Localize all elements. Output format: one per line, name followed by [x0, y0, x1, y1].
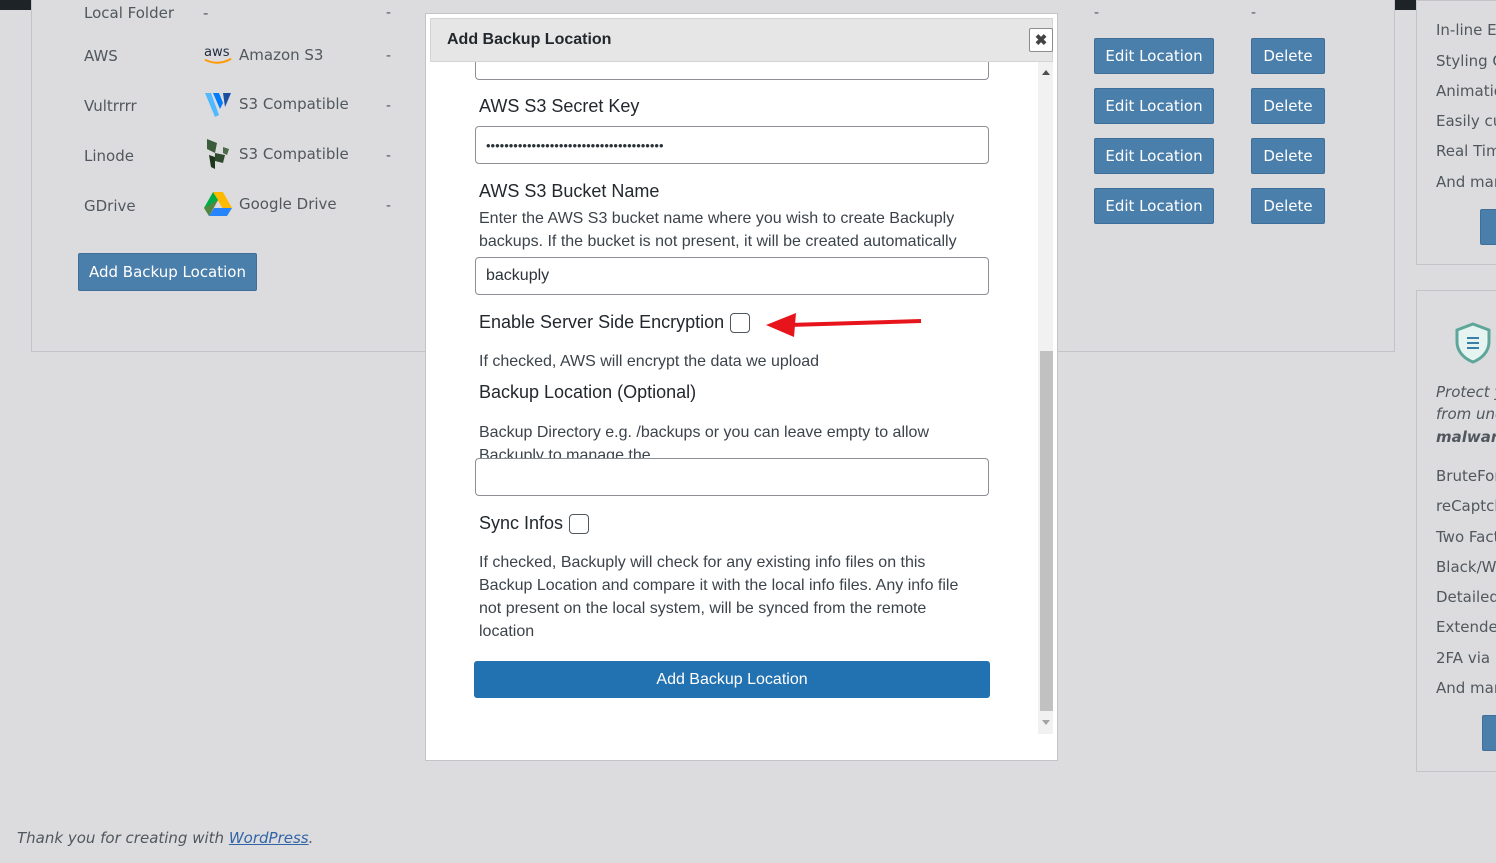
location-dash-linode: -: [386, 147, 391, 164]
location-name-linode: Linode: [84, 147, 134, 165]
sidebar-feature-4: Easily cu: [1436, 112, 1496, 130]
close-icon[interactable]: ✖: [1029, 28, 1053, 52]
location-dash-aws: -: [386, 47, 391, 64]
dialog-title: Add Backup Location: [447, 31, 611, 49]
sidebar-cta-button-1[interactable]: [1480, 209, 1496, 245]
location-type-gdrive: Google Drive: [203, 189, 337, 219]
top-dash-2: -: [1251, 4, 1256, 21]
red-annotation-arrow-icon: [764, 310, 924, 345]
svg-text:aws: aws: [204, 45, 230, 60]
edit-location-button-aws[interactable]: Edit Location: [1094, 38, 1214, 74]
admin-footer: Thank you for creating with WordPress.: [17, 829, 313, 847]
aws-logo-icon: aws: [203, 40, 233, 70]
encryption-help: If checked, AWS will encrypt the data we…: [479, 350, 979, 373]
dialog-body[interactable]: AWS S3 Secret Key ••••••••••••••••••••••…: [430, 62, 1053, 734]
secret-key-input[interactable]: •••••••••••••••••••••••••••••••••••••••: [475, 126, 989, 164]
shield-icon: [1453, 322, 1493, 369]
secret-key-label: AWS S3 Secret Key: [479, 96, 639, 117]
bucket-name-help: Enter the AWS S3 bucket name where you w…: [479, 207, 975, 253]
sidebar-security-6: Extende: [1436, 618, 1496, 636]
sidebar-security-2: reCaptch: [1436, 497, 1496, 515]
delete-button-linode[interactable]: Delete: [1251, 138, 1325, 174]
location-name-aws: AWS: [84, 47, 118, 65]
sidebar-feature-3: Animatio: [1436, 82, 1496, 100]
location-dash-local: -: [386, 4, 391, 21]
location-name-vultr: Vultrrrr: [84, 97, 137, 115]
delete-button-aws[interactable]: Delete: [1251, 38, 1325, 74]
location-name-local: Local Folder: [84, 4, 174, 22]
dialog-header: Add Backup Location ✖: [430, 18, 1053, 62]
sidebar-feature-5: Real Tim: [1436, 142, 1496, 160]
location-type-vultr: S3 Compatible: [203, 89, 349, 119]
location-type-linode: S3 Compatible: [203, 139, 349, 169]
sidebar-security-7: 2FA via E: [1436, 649, 1496, 667]
location-type-local: -: [203, 4, 208, 22]
sidebar-security-3: Two Fact: [1436, 528, 1496, 546]
bucket-name-label: AWS S3 Bucket Name: [479, 181, 659, 202]
sync-infos-checkbox[interactable]: [569, 514, 589, 534]
sidebar-promo-line-2: from und: [1436, 405, 1496, 423]
location-dash-gdrive: -: [386, 197, 391, 214]
delete-button-gdrive[interactable]: Delete: [1251, 188, 1325, 224]
delete-button-vultr[interactable]: Delete: [1251, 88, 1325, 124]
vultr-logo-icon: [203, 89, 233, 119]
sync-infos-field: Sync Infos: [479, 513, 589, 534]
sync-infos-help: If checked, Backuply will check for any …: [479, 551, 974, 643]
sync-infos-label: Sync Infos: [479, 513, 563, 534]
scroll-thumb[interactable]: [1040, 351, 1053, 711]
location-type-aws: aws Amazon S3: [203, 40, 323, 70]
encryption-label: Enable Server Side Encryption: [479, 312, 724, 333]
sidebar-feature-6: And mar: [1436, 173, 1496, 191]
scroll-up-arrow-icon[interactable]: [1042, 70, 1050, 75]
sidebar-security-4: Black/W: [1436, 558, 1496, 576]
sidebar-security-1: BruteFor: [1436, 467, 1496, 485]
encryption-checkbox[interactable]: [730, 313, 750, 333]
bucket-name-input[interactable]: backuply: [475, 257, 989, 295]
backup-location-label: Backup Location (Optional): [479, 382, 696, 403]
edit-location-button-linode[interactable]: Edit Location: [1094, 138, 1214, 174]
sidebar-promo-line-1: Protect y: [1436, 383, 1496, 401]
wordpress-link[interactable]: WordPress: [229, 829, 309, 847]
edit-location-button-gdrive[interactable]: Edit Location: [1094, 188, 1214, 224]
location-dash-vultr: -: [386, 97, 391, 114]
add-backup-location-button[interactable]: Add Backup Location: [78, 253, 257, 291]
sidebar-feature-2: Styling O: [1436, 52, 1496, 70]
backup-location-input[interactable]: [475, 458, 989, 496]
dialog-scrollbar[interactable]: [1038, 62, 1053, 734]
sidebar-promo-line-3: malware: [1436, 428, 1496, 446]
top-dash-1: -: [1094, 4, 1099, 21]
submit-add-backup-location-button[interactable]: Add Backup Location: [474, 661, 990, 698]
add-backup-location-dialog: Add Backup Location ✖ AWS S3 Secret Key …: [425, 13, 1058, 761]
sidebar-security-8: And mar: [1436, 679, 1496, 697]
location-name-gdrive: GDrive: [84, 197, 136, 215]
encryption-field: Enable Server Side Encryption: [479, 312, 750, 333]
edit-location-button-vultr[interactable]: Edit Location: [1094, 88, 1214, 124]
google-drive-icon: [203, 189, 233, 219]
scroll-down-arrow-icon[interactable]: [1042, 720, 1050, 725]
linode-logo-icon: [203, 139, 233, 169]
sidebar-feature-1: In-line Ed: [1436, 21, 1496, 39]
sidebar-cta-button-2[interactable]: [1482, 715, 1496, 751]
sidebar-security-5: Detailed: [1436, 588, 1496, 606]
access-key-input[interactable]: [475, 62, 989, 80]
